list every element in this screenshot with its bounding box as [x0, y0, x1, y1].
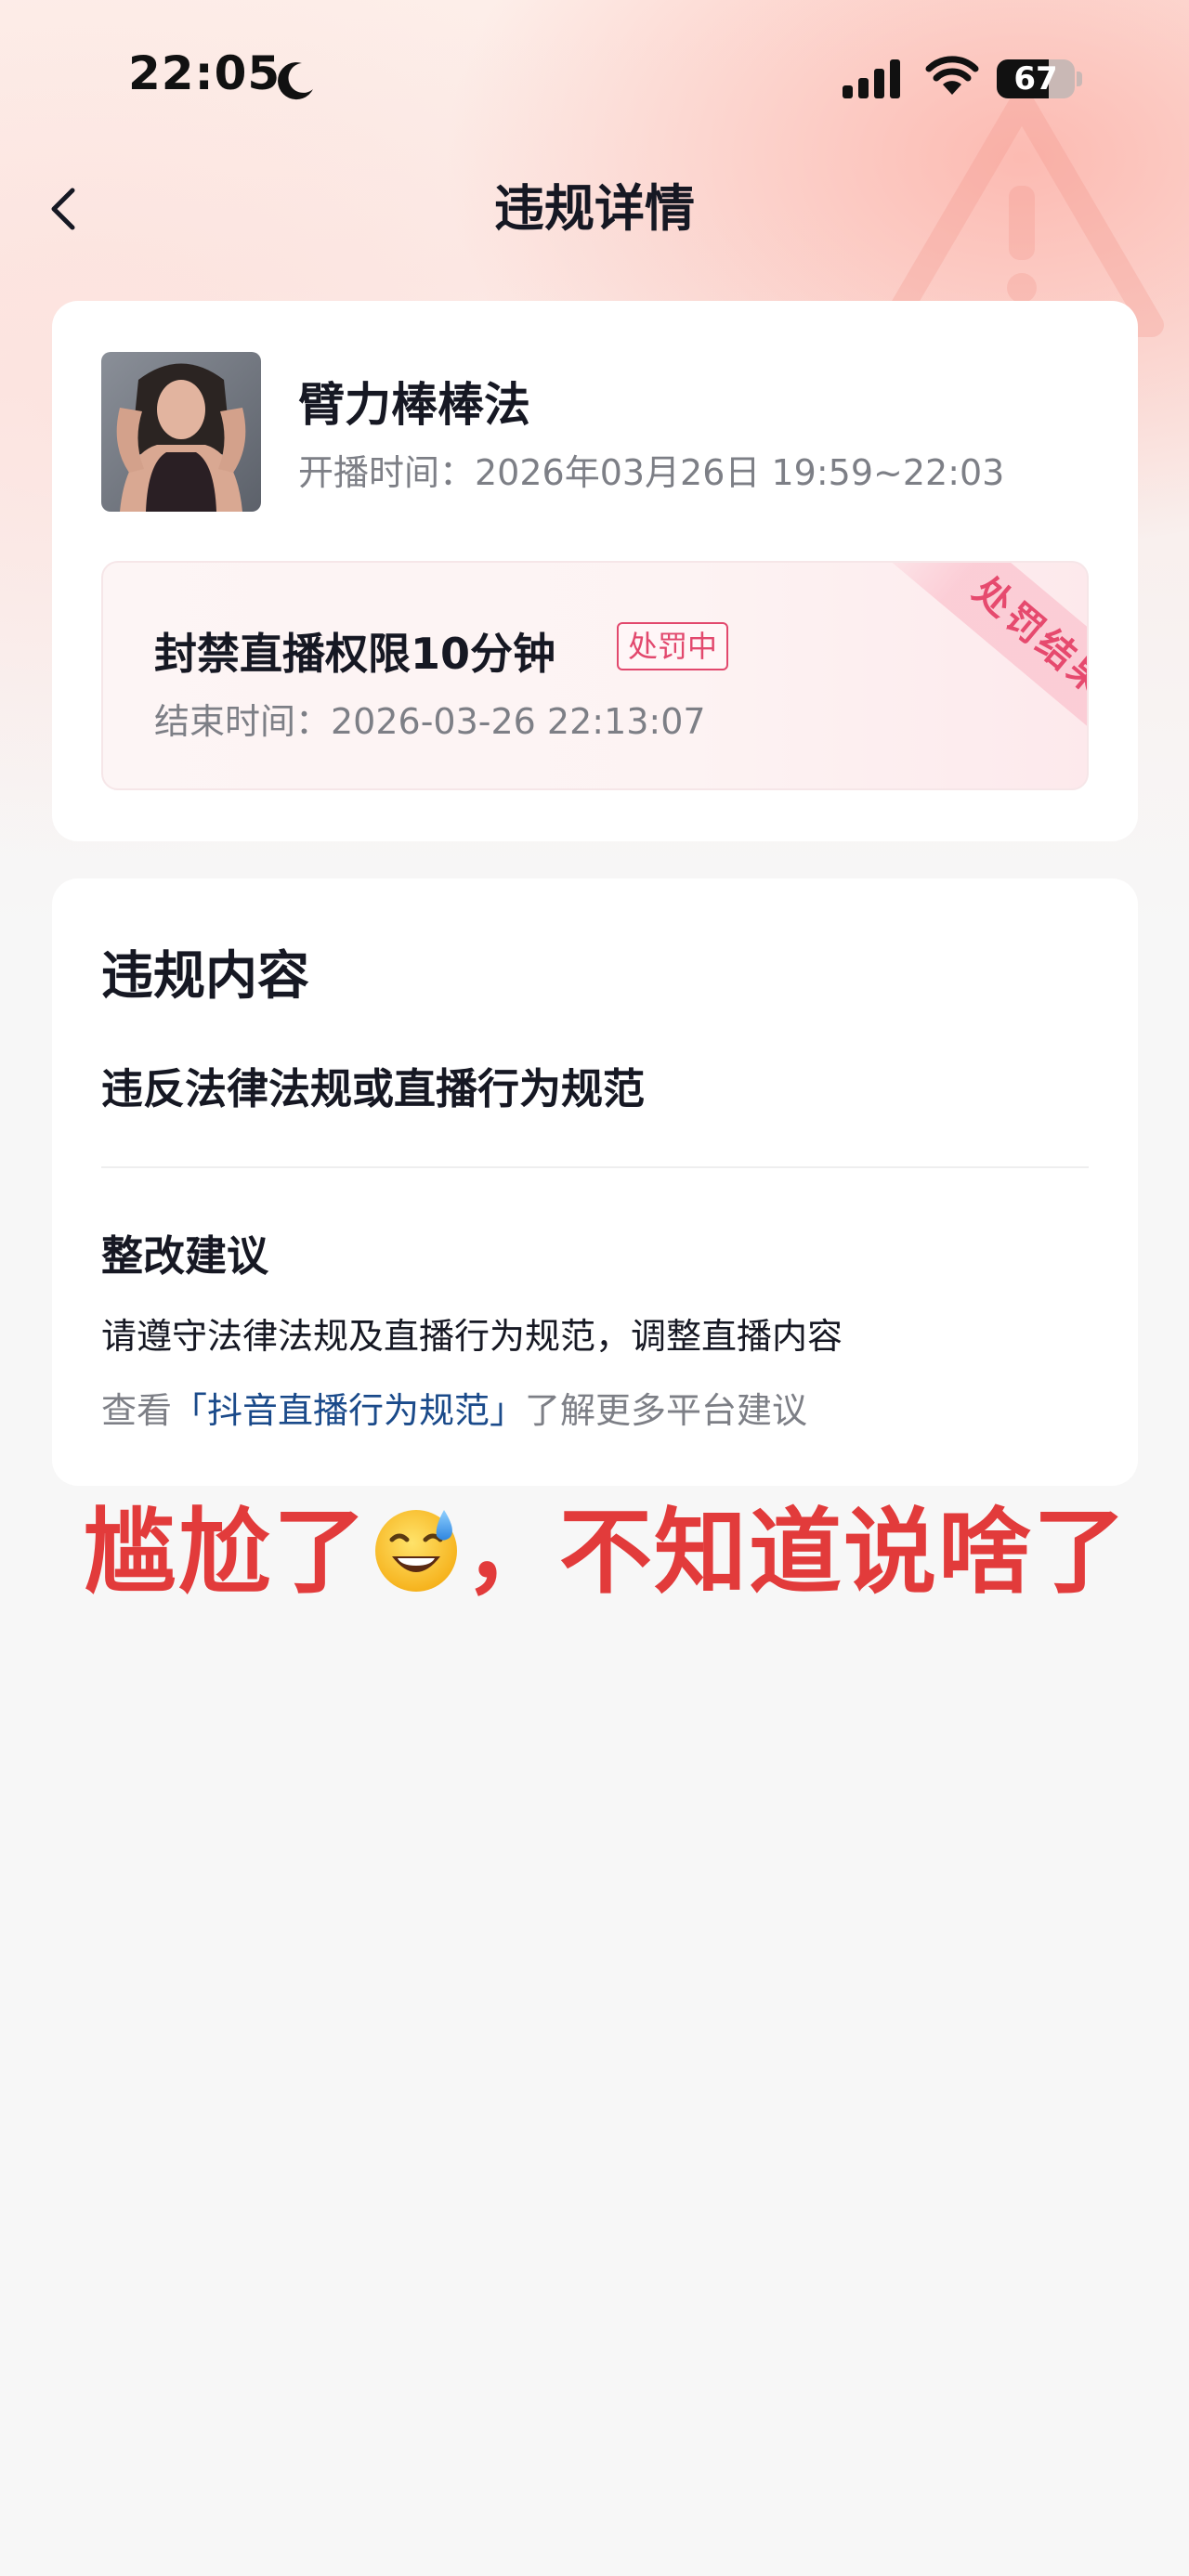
overlay-caption: 尴尬了 ，不知道说啥了: [84, 1477, 1152, 1611]
page-title: 违规详情: [494, 179, 695, 238]
caption-part2: ，不知道说啥了: [464, 1498, 1128, 1607]
penalty-end-time: 结束时间：2026-03-26 22:13:07: [154, 701, 706, 742]
status-badge: 处罚中: [617, 622, 729, 670]
navigation-bar: 违规详情: [0, 158, 1189, 260]
section-title: 违规内容: [101, 946, 309, 1007]
violation-reason: 违反法律法规或直播行为规范: [101, 1064, 646, 1113]
penalty-result-ribbon: 处罚结果: [867, 563, 1087, 788]
battery-icon: 67: [997, 59, 1082, 98]
penalty-result-box: 处罚结果 封禁直播权限10分钟 处罚中 结束时间：2026-03-26 22:1…: [101, 561, 1089, 790]
status-bar: 22:05 67: [0, 0, 1189, 158]
streamer-photo-icon: [101, 352, 261, 512]
status-time: 22:05: [128, 46, 281, 100]
sweat-smile-emoji-icon: [375, 1510, 457, 1592]
chevron-left-icon: [51, 188, 75, 230]
more-prefix: 查看: [101, 1390, 173, 1431]
penalty-title: 封禁直播权限10分钟: [154, 629, 556, 679]
battery-level: 67: [1013, 60, 1058, 98]
violation-detail-page: 22:05 67 违规详情 臂力棒棒法 开播时间：2026年03月26日 19:…: [0, 0, 1189, 2576]
suggestion-title: 整改建议: [101, 1231, 269, 1281]
live-session-card: 臂力棒棒法 开播时间：2026年03月26日 19:59~22:03 处罚结果 …: [52, 301, 1138, 841]
avatar[interactable]: [101, 352, 261, 512]
more-suffix: 了解更多平台建议: [525, 1390, 808, 1431]
divider: [101, 1166, 1089, 1168]
streamer-name: 臂力棒棒法: [298, 378, 530, 432]
caption-part1: 尴尬了: [84, 1498, 368, 1607]
wifi-icon: [925, 56, 979, 95]
cellular-signal-icon: [843, 59, 900, 98]
back-button[interactable]: [28, 172, 102, 246]
more-info-line: 查看「抖音直播行为规范」了解更多平台建议: [101, 1382, 807, 1433]
moon-icon: [278, 62, 313, 100]
suggestion-text: 请遵守法律法规及直播行为规范，调整直播内容: [101, 1316, 843, 1357]
violation-content-card: 违规内容 违反法律法规或直播行为规范 整改建议 请遵守法律法规及直播行为规范，调…: [52, 878, 1138, 1486]
guideline-link[interactable]: 「抖音直播行为规范」: [172, 1390, 525, 1431]
stream-time: 开播时间：2026年03月26日 19:59~22:03: [298, 452, 1005, 493]
